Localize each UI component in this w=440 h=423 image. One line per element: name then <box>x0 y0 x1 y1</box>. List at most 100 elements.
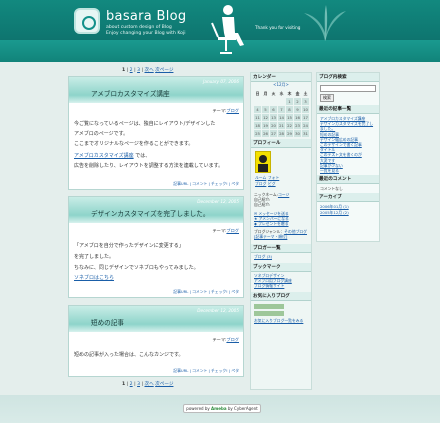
post-text: 今ご覧になっているページは、独自にレイアウト/デザインした <box>74 121 216 127</box>
recent-more-link[interactable]: 一覧を見る <box>320 168 376 173</box>
right-sidebar: ブログ内検索 検索 最近の記事一覧 アメブロカスタマイズ講座 デザインカスタマイ… <box>316 72 380 242</box>
powered-by-badge[interactable]: powered by Ameba by CyberAgent <box>183 404 261 413</box>
calendar-day[interactable]: 4 <box>254 106 261 113</box>
present-link[interactable]: ◆ プレゼントを贈る <box>254 221 308 226</box>
favorite-banner[interactable] <box>254 311 284 317</box>
calendar-day[interactable]: 18 <box>254 122 261 129</box>
search-input[interactable] <box>320 85 376 92</box>
genre-link[interactable]: その他ブログ <box>284 229 307 234</box>
avatar[interactable] <box>255 151 271 173</box>
bookmark-link[interactable]: ブログ情報サイト <box>254 283 308 288</box>
profile-link-pigg[interactable]: ピグ <box>268 181 276 186</box>
pager-page-3[interactable]: 3 <box>137 382 140 387</box>
post-footer-links[interactable]: 記事URL | コメント | チェック! | ペタ <box>173 181 239 187</box>
pager-next-page[interactable]: 次ページ <box>155 68 173 73</box>
pager-page-2[interactable]: 2 <box>130 382 133 387</box>
post-link[interactable]: アメブロカスタマイズ講座 <box>74 153 134 159</box>
calendar-day[interactable]: 21 <box>278 122 285 129</box>
self-intro-label-2: 自己紹介: <box>254 202 271 208</box>
pager-next-page[interactable]: 次ページ <box>155 382 173 387</box>
profile-link-room[interactable]: ルーム <box>255 175 266 180</box>
post-header: December 12, 2005 デザインカスタマイズを完了しました。 <box>69 197 243 223</box>
calendar-day <box>254 98 261 105</box>
calendar-day[interactable]: 28 <box>278 130 285 137</box>
calendar-day[interactable]: 3 <box>302 98 309 105</box>
archive-link[interactable]: 2005年12月 (2) <box>320 210 376 215</box>
pager-current: 1 <box>122 68 126 73</box>
calendar-day[interactable]: 29 <box>286 130 293 137</box>
pager-bottom: 1 | 2 | 3 | 次へ 次ページ <box>122 382 174 387</box>
calendar-day[interactable]: 8 <box>286 106 293 113</box>
calendar-day[interactable]: 22 <box>286 122 293 129</box>
post-card: January 07, 2006 アメブロカスタマイズ講座 テーマ:ブログ 今ご… <box>68 76 244 190</box>
calendar-day[interactable]: 30 <box>294 130 301 137</box>
calendar-day[interactable]: 13 <box>270 114 277 121</box>
pager-next[interactable]: 次へ <box>144 382 153 387</box>
calendar-day[interactable]: 25 <box>254 130 261 137</box>
post-card: December 12, 2005 デザインカスタマイズを完了しました。 テーマ… <box>68 196 244 298</box>
calendar-weekday: 水 <box>279 91 284 96</box>
pager-top: 1 | 2 | 3 | 次へ 次ページ <box>122 68 174 73</box>
calendar-day[interactable]: 15 <box>286 114 293 121</box>
favorite-banner[interactable] <box>254 304 284 310</box>
post-text: では、 <box>133 153 151 159</box>
profile-link-blog[interactable]: ブログ <box>255 181 266 186</box>
post-footer-links[interactable]: 記事URL | コメント | チェック! | ペタ <box>173 289 239 295</box>
calendar-day[interactable]: 1 <box>286 98 293 105</box>
theme-link[interactable]: ブログ <box>226 108 239 113</box>
post-link[interactable]: ソネブロはこちら <box>74 274 114 281</box>
blog-logo-icon <box>74 8 100 34</box>
calendar-day[interactable]: 24 <box>302 122 309 129</box>
theme-link[interactable]: ブログ <box>226 228 239 233</box>
post-text: を完了しました。 <box>74 254 115 260</box>
calendar-month[interactable]: <12月> <box>251 82 311 88</box>
post-theme: テーマ:ブログ <box>212 108 239 114</box>
post-title[interactable]: アメブロカスタマイズ講座 <box>91 88 170 98</box>
favorites-all-link[interactable]: お気に入りブログ一覧をみる <box>254 318 308 323</box>
recent-post-link[interactable]: デザインカスタマイズを完了しました。 <box>320 121 376 131</box>
calendar-day[interactable]: 20 <box>270 122 277 129</box>
calendar-day[interactable]: 5 <box>262 106 269 113</box>
calendar-day[interactable]: 16 <box>294 114 301 121</box>
calendar-day[interactable]: 17 <box>302 114 309 121</box>
calendar-day[interactable]: 10 <box>302 106 309 113</box>
theme-link[interactable]: ブログ <box>226 337 239 342</box>
favorites-title: お気に入りブログ <box>251 292 311 302</box>
calendar-day[interactable]: 26 <box>262 130 269 137</box>
nickname-link[interactable]: コージ <box>278 192 289 197</box>
comments-title: 最近のコメント <box>317 175 379 185</box>
calendar-day[interactable]: 6 <box>270 106 277 113</box>
profile-link-photo[interactable]: フォト <box>268 175 279 180</box>
middle-sidebar: カレンダー <12月> 日月火水木金土 1 2 3 4 5 6 7 8 9 10 11 12 13 14 15… <box>250 72 312 390</box>
calendar-day[interactable]: 12 <box>262 114 269 121</box>
calendar-day[interactable]: 27 <box>270 130 277 137</box>
calendar-day[interactable]: 7 <box>278 106 285 113</box>
calendar-day[interactable]: 11 <box>254 114 261 121</box>
blog-title[interactable]: basara Blog <box>106 9 186 24</box>
comments-empty: コメントなし <box>320 186 343 192</box>
profile-links: ルーム フォト ブログ ピグ <box>255 175 309 187</box>
pager-next[interactable]: 次へ <box>144 68 153 73</box>
search-button[interactable]: 検索 <box>320 94 334 102</box>
calendar-day[interactable]: 9 <box>294 106 301 113</box>
profile-title: プロフィール <box>251 139 311 148</box>
calendar-day[interactable]: 31 <box>302 130 309 137</box>
thanks-text: Thank you for visiting <box>255 25 301 30</box>
calendar-day[interactable]: 2 <box>294 98 301 105</box>
post-title[interactable]: 短めの記事 <box>91 317 124 327</box>
post-title[interactable]: デザインカスタマイズを完了しました。 <box>91 208 210 218</box>
calendar-weekday: 火 <box>271 91 276 96</box>
calendar-day[interactable]: 14 <box>278 114 285 121</box>
profile-box: ルーム フォト ブログ ピグ <box>251 148 311 192</box>
ranking-link[interactable]: [記事テーマ・順位] <box>254 234 308 239</box>
calendar-day[interactable]: 19 <box>262 122 269 129</box>
pager-current: 1 <box>122 382 126 387</box>
search-title: ブログ内検索 <box>317 73 379 82</box>
pager-page-3[interactable]: 3 <box>137 68 140 73</box>
post-text: 広告を削除したり、レイアウトを調整する方法を連載しています。 <box>74 163 224 169</box>
post-footer-links[interactable]: 記事URL | コメント | チェック! | ペタ <box>173 368 239 374</box>
plant-icon <box>304 5 346 41</box>
bloggers-item[interactable]: ブログ (3) <box>251 253 311 260</box>
calendar-day[interactable]: 23 <box>294 122 301 129</box>
pager-page-2[interactable]: 2 <box>130 68 133 73</box>
